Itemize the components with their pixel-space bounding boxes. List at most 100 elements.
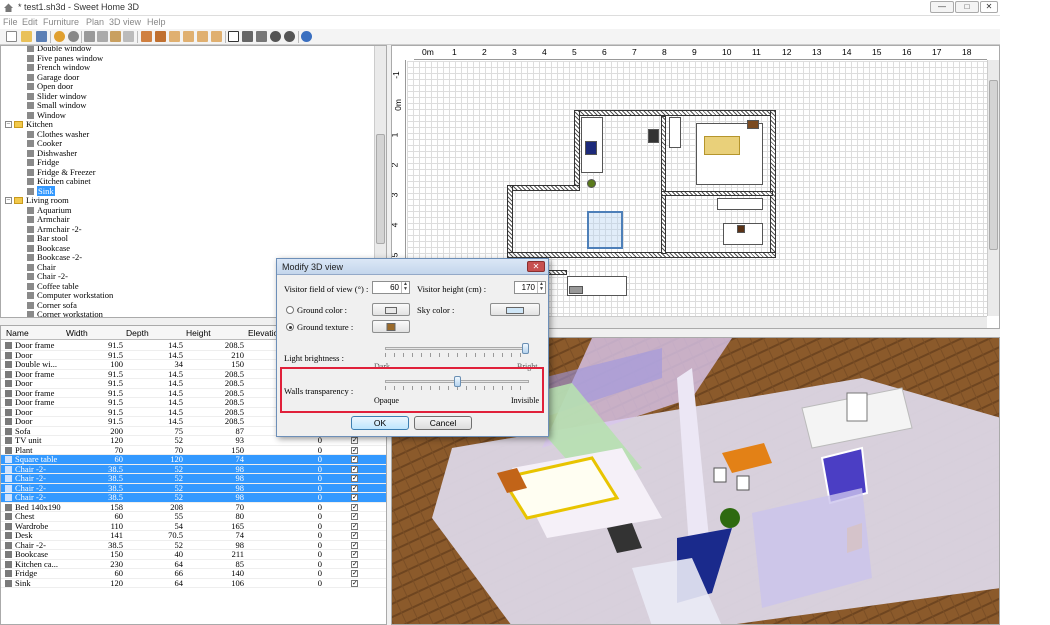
visible-checkbox[interactable]: ✓ [351, 437, 358, 444]
table-row[interactable]: Plant 70 70 150 0 ✓ [1, 445, 386, 455]
col-name[interactable]: Name [6, 328, 29, 338]
align-icon[interactable] [169, 31, 180, 42]
plan-desk-chair[interactable] [737, 225, 745, 233]
menu-plan[interactable]: Plan [86, 17, 104, 27]
wall[interactable] [770, 110, 776, 258]
visible-checkbox[interactable]: ✓ [351, 513, 358, 520]
maximize-button[interactable]: □ [955, 1, 979, 13]
menu-3d-view[interactable]: 3D view [109, 17, 141, 27]
align-left-icon[interactable] [183, 31, 194, 42]
visible-checkbox[interactable]: ✓ [351, 465, 358, 473]
table-row[interactable]: Chair -2- 38.5 52 98 0 ✓ [1, 483, 386, 493]
dialog-close-button[interactable]: ✕ [527, 261, 545, 272]
plan-sink[interactable] [569, 286, 583, 294]
table-row[interactable]: Bookcase 150 40 211 0 ✓ [1, 549, 386, 560]
menu-file[interactable]: File [3, 17, 18, 27]
minimize-button[interactable]: — [930, 1, 954, 13]
visible-checkbox[interactable]: ✓ [351, 579, 358, 587]
plan-wardrobe-2[interactable] [669, 117, 681, 148]
menu-furniture[interactable]: Furniture [43, 17, 79, 27]
undo-icon[interactable] [54, 31, 65, 42]
ok-button[interactable]: OK [351, 416, 409, 430]
visible-checkbox[interactable]: ✓ [351, 532, 358, 539]
visible-checkbox[interactable]: ✓ [351, 541, 358, 549]
visible-checkbox[interactable]: ✓ [351, 446, 358, 454]
paste-icon[interactable] [110, 31, 121, 42]
create-walls-icon[interactable] [242, 31, 253, 42]
visible-checkbox[interactable]: ✓ [351, 570, 358, 577]
open-folder-icon[interactable] [21, 31, 32, 42]
wall[interactable] [574, 110, 580, 190]
align-right-icon[interactable] [197, 31, 208, 42]
align-top-icon[interactable] [211, 31, 222, 42]
wall[interactable] [507, 185, 580, 191]
plan-chest[interactable] [747, 120, 759, 129]
table-row[interactable]: Chest 60 55 80 0 ✓ [1, 511, 386, 522]
fov-spinner[interactable]: 60 ▲ ▼ [372, 281, 410, 294]
plan-vertical-scrollbar[interactable] [987, 60, 999, 316]
expand-collapse-icon[interactable]: − [5, 121, 12, 128]
catalog-item[interactable]: Corner workstation [27, 309, 103, 317]
visible-checkbox[interactable]: ✓ [351, 522, 358, 530]
visible-checkbox[interactable]: ✓ [351, 551, 358, 558]
table-row[interactable]: Chair -2- 38.5 52 98 0 ✓ [1, 540, 386, 550]
visitor-height-spinner[interactable]: 170 ▲ ▼ [514, 281, 546, 294]
table-row[interactable]: Square table 60 120 74 0 ✓ [1, 454, 386, 465]
add-furniture-icon[interactable] [141, 31, 152, 42]
table-row[interactable]: Chair -2- 38.5 52 98 0 ✓ [1, 473, 386, 484]
visible-checkbox[interactable]: ✓ [351, 484, 358, 492]
close-button[interactable]: ✕ [980, 1, 998, 13]
delete-icon[interactable] [123, 31, 134, 42]
plan-bed[interactable] [704, 136, 740, 155]
visible-checkbox[interactable]: ✓ [351, 503, 358, 511]
visible-checkbox[interactable]: ✓ [351, 475, 358, 482]
table-row[interactable]: Kitchen ca... 230 64 85 0 ✓ [1, 559, 386, 569]
col-height[interactable]: Height [186, 328, 211, 338]
zoom-out-icon[interactable] [284, 31, 295, 42]
plan-sofa[interactable] [585, 141, 597, 155]
import-furniture-icon[interactable] [155, 31, 166, 42]
spinner-arrows-icon[interactable]: ▲ ▼ [537, 282, 545, 293]
visible-checkbox[interactable]: ✓ [351, 456, 358, 463]
wall[interactable] [661, 191, 773, 196]
pan-icon[interactable] [256, 31, 267, 42]
ground-color-radio[interactable] [286, 306, 294, 314]
wall[interactable] [574, 110, 776, 116]
menu-edit[interactable]: Edit [22, 17, 38, 27]
menu-help[interactable]: Help [147, 17, 166, 27]
select-mode-icon[interactable] [228, 31, 239, 42]
sky-color-button[interactable] [490, 303, 540, 316]
spinner-arrows-icon[interactable]: ▲ ▼ [401, 282, 409, 293]
visible-checkbox[interactable]: ✓ [351, 560, 358, 568]
col-depth[interactable]: Depth [126, 328, 149, 338]
fov-value[interactable]: 60 [390, 283, 399, 292]
table-row[interactable]: Chair -2- 38.5 52 98 0 ✓ [1, 464, 386, 474]
wall[interactable] [661, 116, 666, 254]
help-icon[interactable] [301, 31, 312, 42]
plan-bookcase[interactable] [717, 198, 763, 210]
plan-plant[interactable] [587, 179, 596, 188]
light-brightness-track[interactable] [385, 347, 529, 350]
expand-collapse-icon[interactable]: − [5, 197, 12, 204]
table-row[interactable]: Desk 141 70.5 74 0 ✓ [1, 530, 386, 541]
new-file-icon[interactable] [6, 31, 17, 42]
table-row[interactable]: Wardrobe 110 54 165 0 ✓ [1, 521, 386, 531]
light-brightness-slider-thumb[interactable] [522, 343, 529, 354]
table-row[interactable]: Bed 140x190 158 208 70 0 ✓ [1, 502, 386, 512]
zoom-in-icon[interactable] [270, 31, 281, 42]
ground-texture-button[interactable] [372, 320, 410, 333]
table-row[interactable]: Fridge 60 66 140 0 ✓ [1, 568, 386, 579]
plan-selected-table-group[interactable] [587, 211, 623, 249]
cut-icon[interactable] [84, 31, 95, 42]
visitor-height-value[interactable]: 170 [522, 283, 535, 292]
table-row[interactable]: Sink 120 64 106 0 ✓ [1, 578, 386, 588]
col-width[interactable]: Width [66, 328, 88, 338]
plan-tv-unit[interactable] [648, 129, 659, 143]
table-row[interactable]: TV unit 120 52 93 0 ✓ [1, 435, 386, 446]
visible-checkbox[interactable]: ✓ [351, 494, 358, 501]
save-icon[interactable] [36, 31, 47, 42]
ground-color-button[interactable] [372, 303, 410, 316]
copy-icon[interactable] [97, 31, 108, 42]
redo-icon[interactable] [68, 31, 79, 42]
cancel-button[interactable]: Cancel [414, 416, 472, 430]
